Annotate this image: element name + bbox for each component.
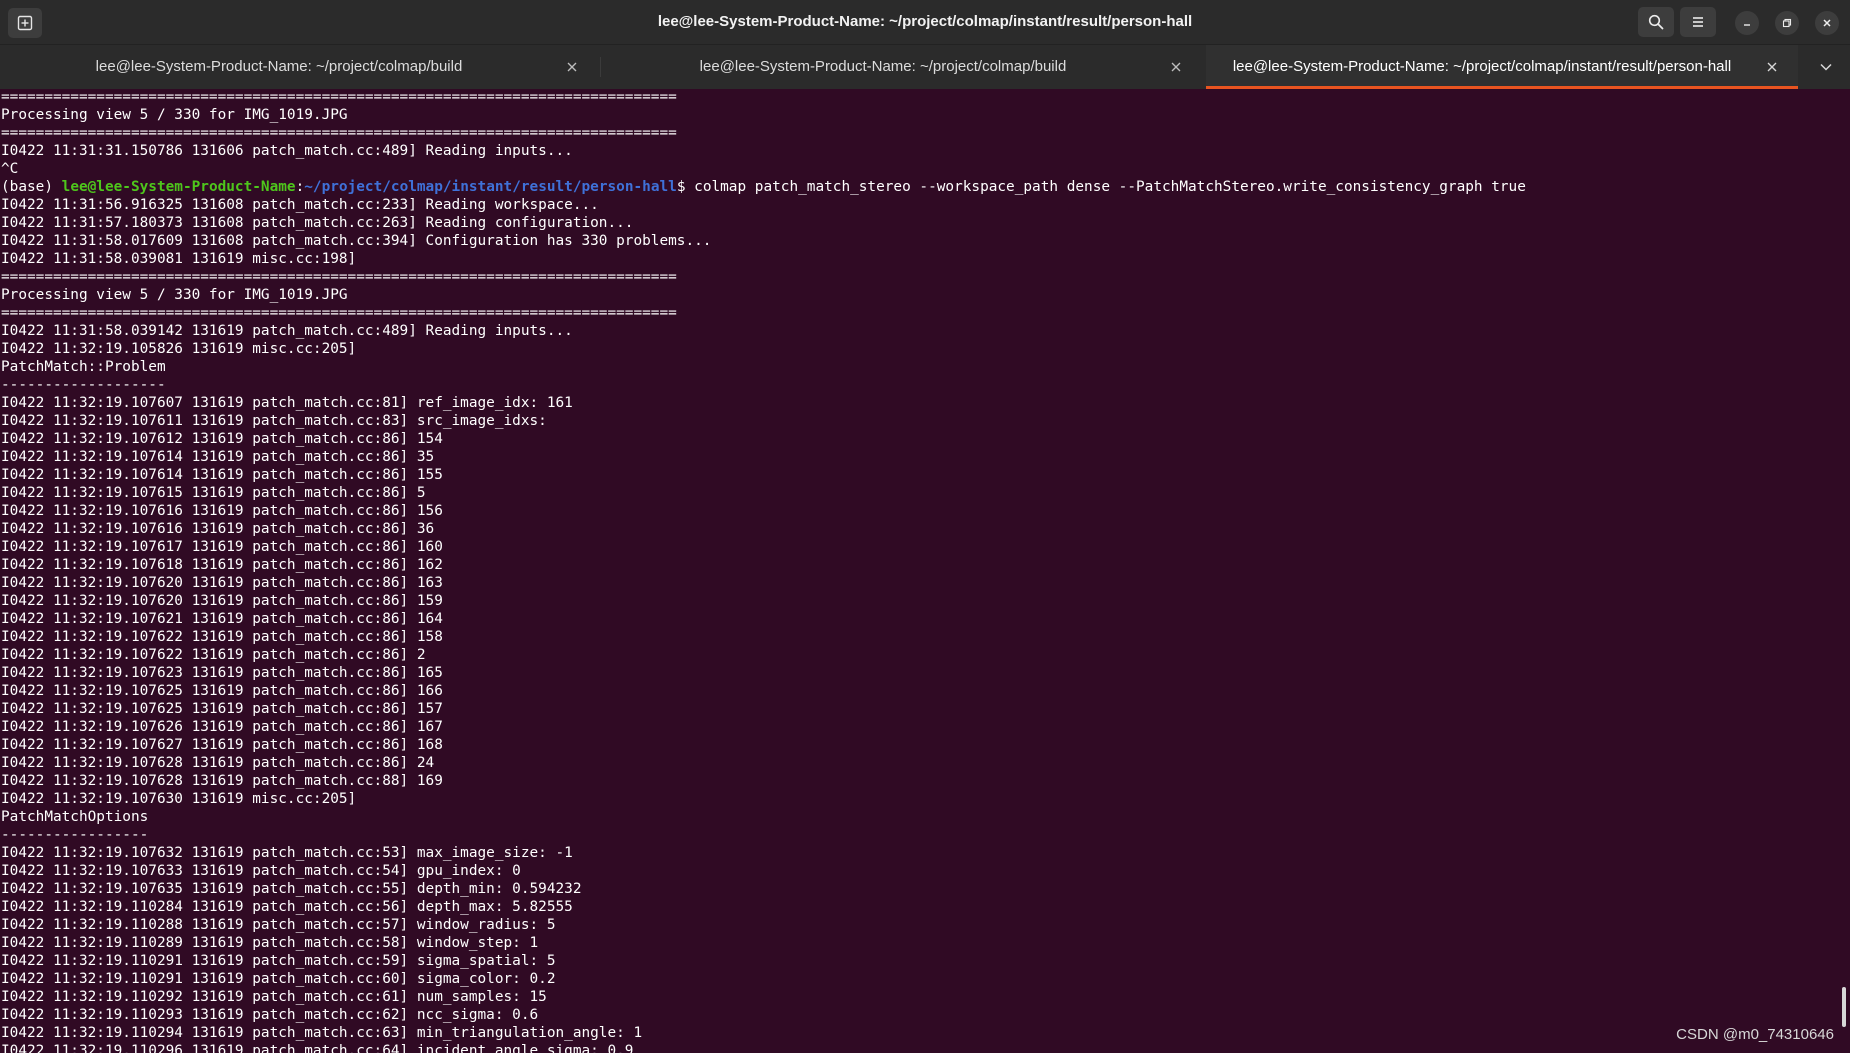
search-icon	[1648, 14, 1664, 30]
minimize-icon	[1744, 24, 1750, 26]
output-line: -----------------	[1, 827, 149, 843]
tab-bar: lee@lee-System-Product-Name: ~/project/c…	[0, 44, 1850, 89]
tab-1[interactable]: lee@lee-System-Product-Name: ~/project/c…	[0, 45, 598, 89]
new-tab-button[interactable]	[8, 8, 42, 38]
tab-separator	[600, 57, 601, 77]
prompt-user-host: lee@lee-System-Product-Name	[61, 179, 296, 195]
output-line: I0422 11:32:19.107623 131619 patch_match…	[1, 665, 443, 681]
tabs-menu-button[interactable]	[1810, 52, 1842, 82]
output-line: ========================================…	[1, 125, 677, 141]
output-line: I0422 11:32:19.107632 131619 patch_match…	[1, 845, 573, 861]
output-line: I0422 11:31:58.017609 131608 patch_match…	[1, 233, 712, 249]
output-line: I0422 11:32:19.107628 131619 patch_match…	[1, 773, 443, 789]
output-line: I0422 11:32:19.105826 131619 misc.cc:205…	[1, 341, 357, 357]
output-line: PatchMatch::Problem	[1, 359, 166, 375]
output-line: Processing view 5 / 330 for IMG_1019.JPG	[1, 287, 348, 303]
title-bar: lee@lee-System-Product-Name: ~/project/c…	[0, 0, 1850, 44]
scrollbar[interactable]	[1836, 88, 1850, 1053]
window-title: lee@lee-System-Product-Name: ~/project/c…	[657, 13, 1193, 30]
tab-2[interactable]: lee@lee-System-Product-Name: ~/project/c…	[604, 45, 1202, 89]
output-line: I0422 11:32:19.107615 131619 patch_match…	[1, 485, 426, 501]
output-line: I0422 11:32:19.110296 131619 patch_match…	[1, 1043, 634, 1053]
watermark: CSDN @m0_74310646	[1676, 1026, 1834, 1043]
output-line: I0422 11:32:19.107614 131619 patch_match…	[1, 449, 435, 465]
tab-label: lee@lee-System-Product-Name: ~/project/c…	[1232, 58, 1732, 75]
output-line: I0422 11:32:19.107633 131619 patch_match…	[1, 863, 521, 879]
output-line: I0422 11:32:19.107622 131619 patch_match…	[1, 629, 443, 645]
prompt-symbol: $	[676, 179, 695, 195]
output-line: I0422 11:32:19.107616 131619 patch_match…	[1, 521, 435, 537]
output-line: PatchMatchOptions	[1, 809, 149, 825]
output-line: I0422 11:32:19.107625 131619 patch_match…	[1, 701, 443, 717]
output-line: I0422 11:32:19.107626 131619 patch_match…	[1, 719, 443, 735]
close-window-button[interactable]	[1815, 11, 1839, 35]
output-line: I0422 11:31:56.916325 131608 patch_match…	[1, 197, 599, 213]
prompt-path: ~/project/colmap/instant/result/person-h…	[304, 179, 677, 195]
output-line: ========================================…	[1, 89, 677, 105]
prompt-colon: :	[295, 179, 305, 195]
output-line: I0422 11:32:19.110292 131619 patch_match…	[1, 989, 547, 1005]
search-button[interactable]	[1638, 7, 1674, 37]
output-line: I0422 11:32:19.110289 131619 patch_match…	[1, 935, 539, 951]
output-line: I0422 11:32:19.107620 131619 patch_match…	[1, 575, 443, 591]
minimize-button[interactable]	[1735, 11, 1759, 35]
output-line: ^C	[1, 161, 19, 177]
output-line: I0422 11:32:19.107607 131619 patch_match…	[1, 395, 573, 411]
prompt-command: colmap patch_match_stereo --workspace_pa…	[694, 179, 1526, 195]
output-line: I0422 11:32:19.107612 131619 patch_match…	[1, 431, 443, 447]
output-line: I0422 11:31:58.039081 131619 misc.cc:198…	[1, 251, 357, 267]
close-icon	[1823, 19, 1831, 27]
hamburger-menu-icon	[1693, 17, 1703, 27]
output-line: I0422 11:32:19.107617 131619 patch_match…	[1, 539, 443, 555]
tab-label: lee@lee-System-Product-Name: ~/project/c…	[95, 58, 463, 75]
tab-close-button[interactable]	[1764, 59, 1780, 75]
output-line: I0422 11:32:19.107618 131619 patch_match…	[1, 557, 443, 573]
new-tab-icon	[17, 15, 33, 31]
output-line: I0422 11:32:19.107616 131619 patch_match…	[1, 503, 443, 519]
terminal-output[interactable]: ========================================…	[0, 88, 1836, 1053]
output-line: -------------------	[1, 377, 166, 393]
maximize-icon	[1782, 18, 1792, 28]
output-line: ========================================…	[1, 269, 677, 285]
output-line: I0422 11:32:19.110291 131619 patch_match…	[1, 971, 556, 987]
output-line: I0422 11:31:57.180373 131608 patch_match…	[1, 215, 634, 231]
tab-close-button[interactable]	[564, 59, 580, 75]
output-line: I0422 11:32:19.107627 131619 patch_match…	[1, 737, 443, 753]
output-block-before: ========================================…	[0, 88, 1836, 178]
output-line: I0422 11:32:19.107635 131619 patch_match…	[1, 881, 582, 897]
output-line: Processing view 5 / 330 for IMG_1019.JPG	[1, 107, 348, 123]
output-line: I0422 11:32:19.107620 131619 patch_match…	[1, 593, 443, 609]
output-line: I0422 11:32:19.107628 131619 patch_match…	[1, 755, 435, 771]
tab-label: lee@lee-System-Product-Name: ~/project/c…	[699, 58, 1067, 75]
output-line: I0422 11:32:19.107622 131619 patch_match…	[1, 647, 426, 663]
scrollbar-thumb[interactable]	[1842, 987, 1846, 1027]
output-line: I0422 11:32:19.107621 131619 patch_match…	[1, 611, 443, 627]
output-line: I0422 11:32:19.107630 131619 misc.cc:205…	[1, 791, 357, 807]
output-line: I0422 11:32:19.110293 131619 patch_match…	[1, 1007, 539, 1023]
menu-button[interactable]	[1680, 7, 1716, 37]
output-line: I0422 11:32:19.107611 131619 patch_match…	[1, 413, 547, 429]
output-line: ========================================…	[1, 305, 677, 321]
chevron-down-icon	[1820, 63, 1832, 71]
close-icon	[1171, 62, 1181, 72]
close-icon	[567, 62, 577, 72]
output-line: I0422 11:31:31.150786 131606 patch_match…	[1, 143, 573, 159]
prompt-line: (base) lee@lee-System-Product-Name:~/pro…	[0, 178, 1836, 196]
output-line: I0422 11:32:19.110288 131619 patch_match…	[1, 917, 556, 933]
output-line: I0422 11:32:19.110291 131619 patch_match…	[1, 953, 556, 969]
output-line: I0422 11:32:19.107625 131619 patch_match…	[1, 683, 443, 699]
tab-close-button[interactable]	[1168, 59, 1184, 75]
tab-3-active[interactable]: lee@lee-System-Product-Name: ~/project/c…	[1206, 45, 1798, 89]
maximize-button[interactable]	[1775, 11, 1799, 35]
output-line: I0422 11:32:19.107614 131619 patch_match…	[1, 467, 443, 483]
output-line: I0422 11:32:19.110284 131619 patch_match…	[1, 899, 573, 915]
close-icon	[1767, 62, 1777, 72]
prompt-env: (base)	[1, 179, 62, 195]
output-line: I0422 11:31:58.039142 131619 patch_match…	[1, 323, 573, 339]
output-block-after: I0422 11:31:56.916325 131608 patch_match…	[0, 196, 1836, 1053]
output-line: I0422 11:32:19.110294 131619 patch_match…	[1, 1025, 643, 1041]
